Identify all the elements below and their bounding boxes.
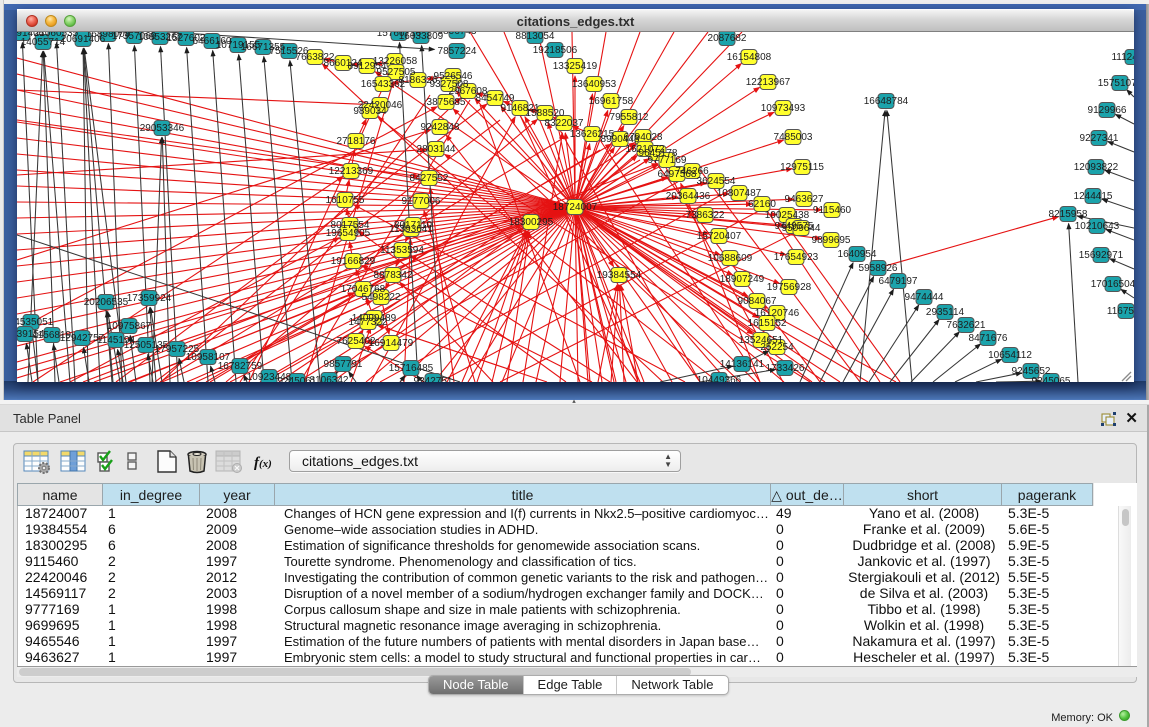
svg-text:1640954: 1640954 xyxy=(838,249,877,260)
svg-text:8215958: 8215958 xyxy=(1049,209,1088,220)
svg-text:15716485: 15716485 xyxy=(389,363,434,374)
svg-text:10973493: 10973493 xyxy=(761,103,806,114)
svg-text:1615152: 1615152 xyxy=(748,318,787,329)
svg-text:10025438: 10025438 xyxy=(765,210,810,221)
svg-text:17654923: 17654923 xyxy=(774,252,819,263)
svg-text:17016504: 17016504 xyxy=(1091,279,1134,290)
svg-text:19218506: 19218506 xyxy=(533,45,578,56)
svg-text:7485003: 7485003 xyxy=(774,132,813,143)
svg-text:12975115: 12975115 xyxy=(780,162,824,173)
svg-text:9227341: 9227341 xyxy=(1080,133,1119,144)
svg-text:9777169: 9777169 xyxy=(648,155,687,166)
svg-text:8017110: 8017110 xyxy=(394,220,433,231)
svg-text:2803144: 2803144 xyxy=(417,144,456,155)
svg-text:20206535: 20206535 xyxy=(84,297,129,308)
svg-text:10688609: 10688609 xyxy=(708,253,753,264)
svg-text:3624554: 3624554 xyxy=(697,176,736,187)
svg-text:8427552: 8427552 xyxy=(410,173,449,184)
svg-text:2087682: 2087682 xyxy=(708,33,747,44)
svg-text:16154808: 16154808 xyxy=(727,52,772,63)
svg-text:9129966: 9129966 xyxy=(1088,105,1127,116)
svg-text:9245065: 9245065 xyxy=(1032,376,1071,382)
svg-text:18300295: 18300295 xyxy=(509,217,554,228)
svg-text:16914479: 16914479 xyxy=(369,338,414,349)
svg-text:7386322: 7386322 xyxy=(686,210,725,221)
svg-text:9463627: 9463627 xyxy=(785,194,824,205)
svg-text:20364436: 20364436 xyxy=(666,191,711,202)
svg-text:5958926: 5958926 xyxy=(859,263,898,274)
svg-text:16782759: 16782759 xyxy=(218,361,263,372)
svg-text:252254: 252254 xyxy=(760,342,794,353)
svg-text:19654905: 19654905 xyxy=(326,228,371,239)
svg-text:7955812: 7955812 xyxy=(610,112,649,123)
svg-text:10975867: 10975867 xyxy=(107,321,152,332)
svg-text:12213369: 12213369 xyxy=(329,166,374,177)
svg-text:10654112: 10654112 xyxy=(988,350,1032,361)
svg-text:15720407: 15720407 xyxy=(697,231,742,242)
svg-text:8813054: 8813054 xyxy=(516,32,555,42)
svg-text:1733426: 1733426 xyxy=(766,363,805,374)
svg-text:9084067: 9084067 xyxy=(738,296,777,307)
svg-text:8322037: 8322037 xyxy=(545,118,584,129)
svg-text:3875685: 3875685 xyxy=(427,97,466,108)
svg-text:9899695: 9899695 xyxy=(812,235,851,246)
svg-text:11353594: 11353594 xyxy=(380,245,424,256)
svg-text:9242848: 9242848 xyxy=(421,122,460,133)
svg-text:19166829: 19166829 xyxy=(331,256,376,267)
svg-text:12213967: 12213967 xyxy=(746,77,791,88)
svg-text:13325419: 13325419 xyxy=(553,61,598,72)
svg-text:13226058: 13226058 xyxy=(373,56,418,67)
svg-text:16648784: 16648784 xyxy=(864,96,909,107)
svg-text:14535051: 14535051 xyxy=(17,317,54,328)
svg-text:10807487: 10807487 xyxy=(717,188,762,199)
svg-text:8471676: 8471676 xyxy=(969,333,1008,344)
svg-text:1244415: 1244415 xyxy=(1074,191,1113,202)
svg-text:15751074: 15751074 xyxy=(1098,78,1134,89)
svg-text:16961758: 16961758 xyxy=(589,96,634,107)
svg-text:1610755: 1610755 xyxy=(326,195,365,206)
svg-text:17359924: 17359924 xyxy=(127,293,172,304)
svg-text:14136141: 14136141 xyxy=(720,359,765,370)
svg-text:12093822: 12093822 xyxy=(1074,162,1119,173)
svg-text:19756928: 19756928 xyxy=(767,282,812,293)
svg-text:9177006: 9177006 xyxy=(402,196,441,207)
svg-text:9474444: 9474444 xyxy=(905,292,944,303)
svg-text:10210643: 10210643 xyxy=(1075,221,1120,232)
svg-text:15692971: 15692971 xyxy=(1079,250,1124,261)
svg-text:10449366: 10449366 xyxy=(697,375,742,382)
svg-text:(x): (x) xyxy=(259,458,272,470)
svg-text:5498222: 5498222 xyxy=(362,292,401,303)
svg-text:9342751: 9342751 xyxy=(414,376,453,382)
svg-text:2935114: 2935114 xyxy=(926,307,965,318)
svg-text:29053346: 29053346 xyxy=(140,123,185,134)
svg-text:13640953: 13640953 xyxy=(572,79,617,90)
svg-text:9509644: 9509644 xyxy=(782,223,821,234)
svg-text:1167533: 1167533 xyxy=(1107,306,1134,317)
svg-text:11124047: 11124047 xyxy=(1111,52,1134,63)
svg-text:2718176: 2718176 xyxy=(337,136,376,147)
svg-text:6479197: 6479197 xyxy=(879,276,918,287)
svg-text:8878342: 8878342 xyxy=(374,270,413,281)
svg-text:18724007: 18724007 xyxy=(553,202,598,213)
svg-text:7857224: 7857224 xyxy=(438,46,477,57)
svg-text:19384554: 19384554 xyxy=(597,270,642,281)
svg-text:18907249: 18907249 xyxy=(720,274,765,285)
svg-text:9115460: 9115460 xyxy=(813,205,852,216)
svg-text:9245061: 9245061 xyxy=(278,376,317,382)
svg-text:62160: 62160 xyxy=(748,199,776,210)
svg-text:7632621: 7632621 xyxy=(947,320,986,331)
svg-text:9857791: 9857791 xyxy=(324,359,363,370)
svg-text:6794028: 6794028 xyxy=(624,132,663,143)
svg-text:989034: 989034 xyxy=(353,106,387,117)
svg-text:1477322: 1477322 xyxy=(349,317,388,328)
svg-text:9806743: 9806743 xyxy=(438,32,477,37)
